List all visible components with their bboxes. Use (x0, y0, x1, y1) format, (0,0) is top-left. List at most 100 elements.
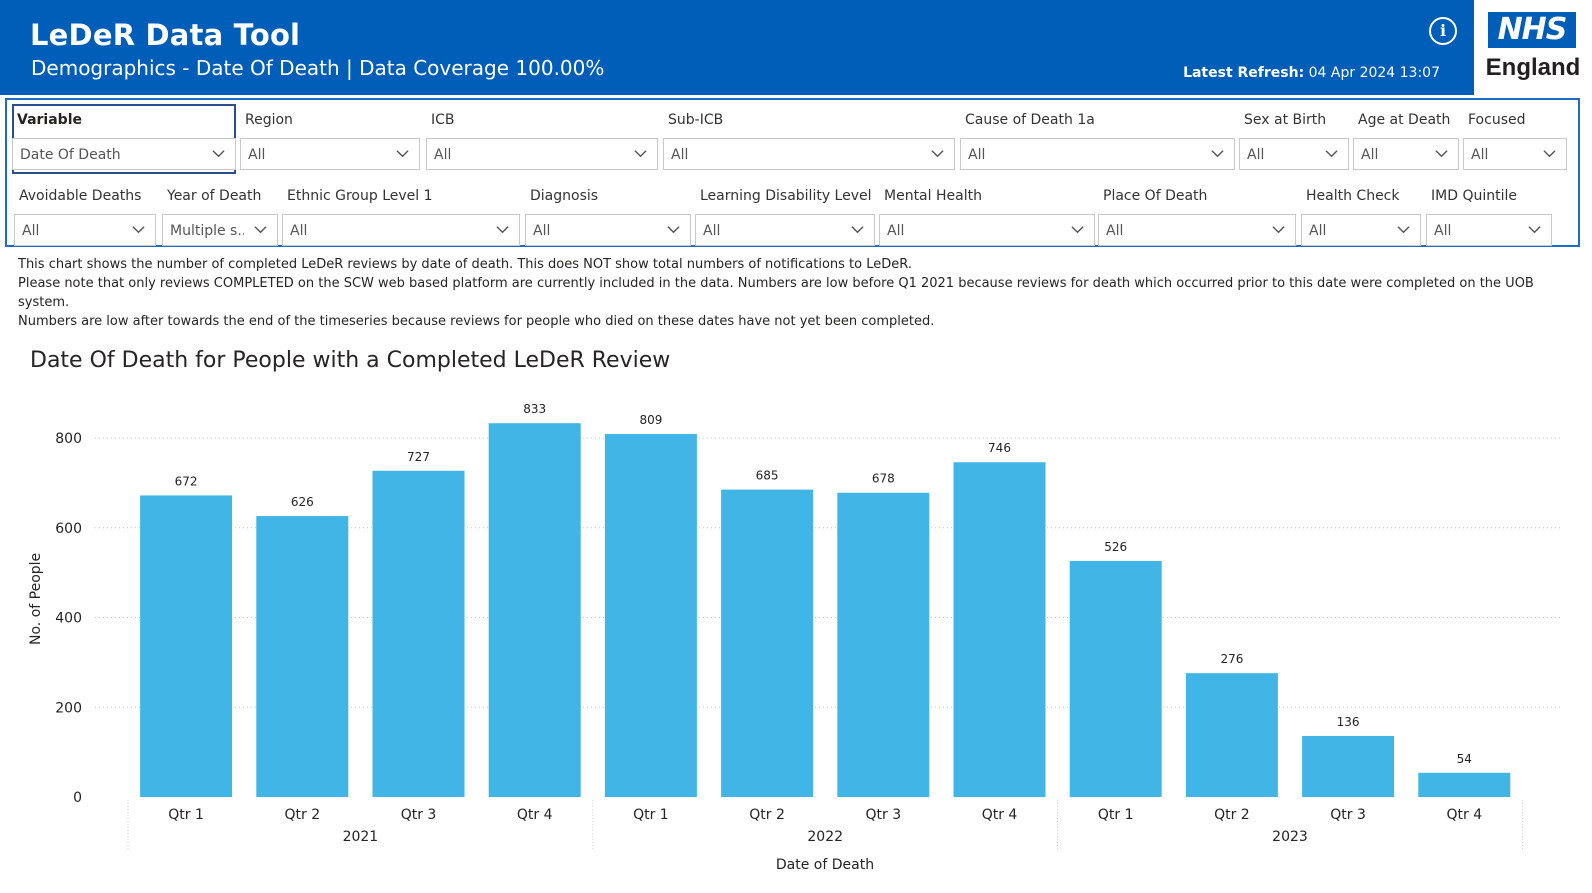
bar (721, 489, 814, 797)
slicer-learning-disability[interactable]: Learning Disability Level All (695, 180, 875, 246)
slicer-dropdown[interactable]: All (663, 138, 955, 170)
slicer-value: All (1361, 147, 1379, 163)
bar (1302, 735, 1395, 797)
y-tick-label: 400 (55, 611, 82, 627)
data-label: 678 (872, 472, 895, 486)
bar (256, 516, 349, 797)
slicer-value: All (1247, 147, 1265, 163)
slicer-year-of-death[interactable]: Year of Death Multiple s... (162, 180, 278, 246)
slicer-label: Age at Death (1358, 112, 1451, 128)
slicer-value: Date Of Death (20, 147, 121, 163)
slicer-dropdown[interactable]: All (426, 138, 658, 170)
chevron-down-icon (1435, 150, 1448, 158)
slicer-sub-icb[interactable]: Sub-ICB All (663, 104, 955, 174)
data-label: 672 (175, 474, 198, 488)
slicer-dropdown[interactable]: All (1098, 214, 1296, 246)
slicer-dropdown[interactable]: Multiple s... (162, 214, 278, 246)
slicer-value: All (434, 147, 452, 163)
slicer-label: Avoidable Deaths (19, 188, 142, 204)
slicer-icb[interactable]: ICB All (426, 104, 658, 174)
slicer-label: Ethnic Group Level 1 (287, 188, 433, 204)
y-tick-label: 0 (73, 790, 82, 806)
slicer-cause-of-death[interactable]: Cause of Death 1a All (960, 104, 1235, 174)
slicer-place-of-death[interactable]: Place Of Death All (1098, 180, 1296, 246)
bar (488, 423, 581, 797)
slicer-mental-health[interactable]: Mental Health All (879, 180, 1095, 246)
slicer-health-check[interactable]: Health Check All (1301, 180, 1421, 246)
slicer-dropdown[interactable]: All (879, 214, 1095, 246)
slicer-dropdown[interactable]: All (1426, 214, 1552, 246)
slicer-label: Mental Health (884, 188, 982, 204)
bar (837, 492, 930, 797)
slicer-dropdown[interactable]: All (695, 214, 875, 246)
chevron-down-icon (1528, 226, 1541, 234)
slicer-value: All (248, 147, 266, 163)
slicer-label: Focused (1468, 112, 1526, 128)
slicer-region[interactable]: Region All (240, 104, 420, 174)
bar (1185, 673, 1278, 797)
slicer-label: Diagnosis (530, 188, 599, 204)
slicer-label: Learning Disability Level (700, 188, 872, 204)
x-tick-label: Qtr 2 (749, 807, 785, 823)
bar (1069, 560, 1162, 797)
data-label: 626 (291, 495, 314, 509)
chevron-down-icon (212, 150, 225, 158)
note-line: Numbers are low after towards the end of… (18, 314, 935, 329)
slicer-label: Year of Death (167, 188, 262, 204)
chevron-down-icon (1543, 150, 1556, 158)
slicer-avoidable-deaths[interactable]: Avoidable Deaths All (14, 180, 156, 246)
chart-title: Date Of Death for People with a Complete… (30, 348, 671, 373)
slicer-dropdown[interactable]: All (240, 138, 420, 170)
slicer-value: All (1309, 223, 1327, 239)
slicer-value: All (1434, 223, 1452, 239)
slicer-dropdown[interactable]: Date Of Death (12, 138, 236, 170)
slicer-label: Variable (17, 112, 82, 128)
slicer-variable[interactable]: Variable Date Of Death (12, 104, 236, 174)
x-tick-label: Qtr 2 (1214, 807, 1250, 823)
slicer-dropdown[interactable]: All (1239, 138, 1349, 170)
slicer-imd-quintile[interactable]: IMD Quintile All (1426, 180, 1552, 246)
slicer-dropdown[interactable]: All (960, 138, 1235, 170)
bar (372, 470, 465, 797)
slicer-age-at-death[interactable]: Age at Death All (1353, 104, 1459, 174)
x-tick-label: Qtr 3 (865, 807, 901, 823)
data-label: 136 (1337, 715, 1360, 729)
data-label: 833 (523, 402, 546, 416)
slicer-value: All (1471, 147, 1489, 163)
x-tick-label: Qtr 2 (284, 807, 320, 823)
slicer-dropdown[interactable]: All (282, 214, 520, 246)
y-tick-label: 200 (55, 700, 82, 716)
x-group-label: 2023 (1272, 829, 1308, 845)
x-tick-label: Qtr 3 (1330, 807, 1366, 823)
data-label: 746 (988, 441, 1011, 455)
slicer-label: Place Of Death (1103, 188, 1208, 204)
y-tick-label: 800 (55, 431, 82, 447)
data-label: 685 (756, 469, 779, 483)
slicer-dropdown[interactable]: All (1463, 138, 1567, 170)
slicer-dropdown[interactable]: All (14, 214, 156, 246)
app-title: LeDeR Data Tool (30, 18, 301, 52)
slicer-ethnic-group[interactable]: Ethnic Group Level 1 All (282, 180, 520, 246)
slicer-label: Cause of Death 1a (965, 112, 1095, 128)
y-tick-label: 600 (55, 521, 82, 537)
slicer-focused[interactable]: Focused All (1463, 104, 1567, 174)
slicer-dropdown[interactable]: All (525, 214, 691, 246)
bar (140, 495, 233, 797)
filter-panel: Variable Date Of Death Region All ICB Al… (5, 98, 1580, 247)
slicer-diagnosis[interactable]: Diagnosis All (525, 180, 691, 246)
report-header: LeDeR Data Tool Demographics - Date Of D… (0, 0, 1474, 95)
bar-chart: 0 200 400 600 800 672 Qtr 1 626 Qtr 2 727 Qtr 3 833… (55, 402, 1560, 873)
chevron-down-icon (931, 150, 944, 158)
slicer-dropdown[interactable]: All (1353, 138, 1459, 170)
x-tick-label: Qtr 3 (401, 807, 437, 823)
slicer-value: All (1106, 223, 1124, 239)
slicer-label: Health Check (1306, 188, 1400, 204)
refresh-label: Latest Refresh: (1183, 65, 1305, 81)
x-group-label: 2021 (343, 829, 379, 845)
chevron-down-icon (1325, 150, 1338, 158)
slicer-dropdown[interactable]: All (1301, 214, 1421, 246)
slicer-sex-at-birth[interactable]: Sex at Birth All (1239, 104, 1349, 174)
chevron-down-icon (1397, 226, 1410, 234)
info-icon[interactable]: i (1429, 17, 1457, 45)
x-tick-label: Qtr 4 (517, 807, 553, 823)
